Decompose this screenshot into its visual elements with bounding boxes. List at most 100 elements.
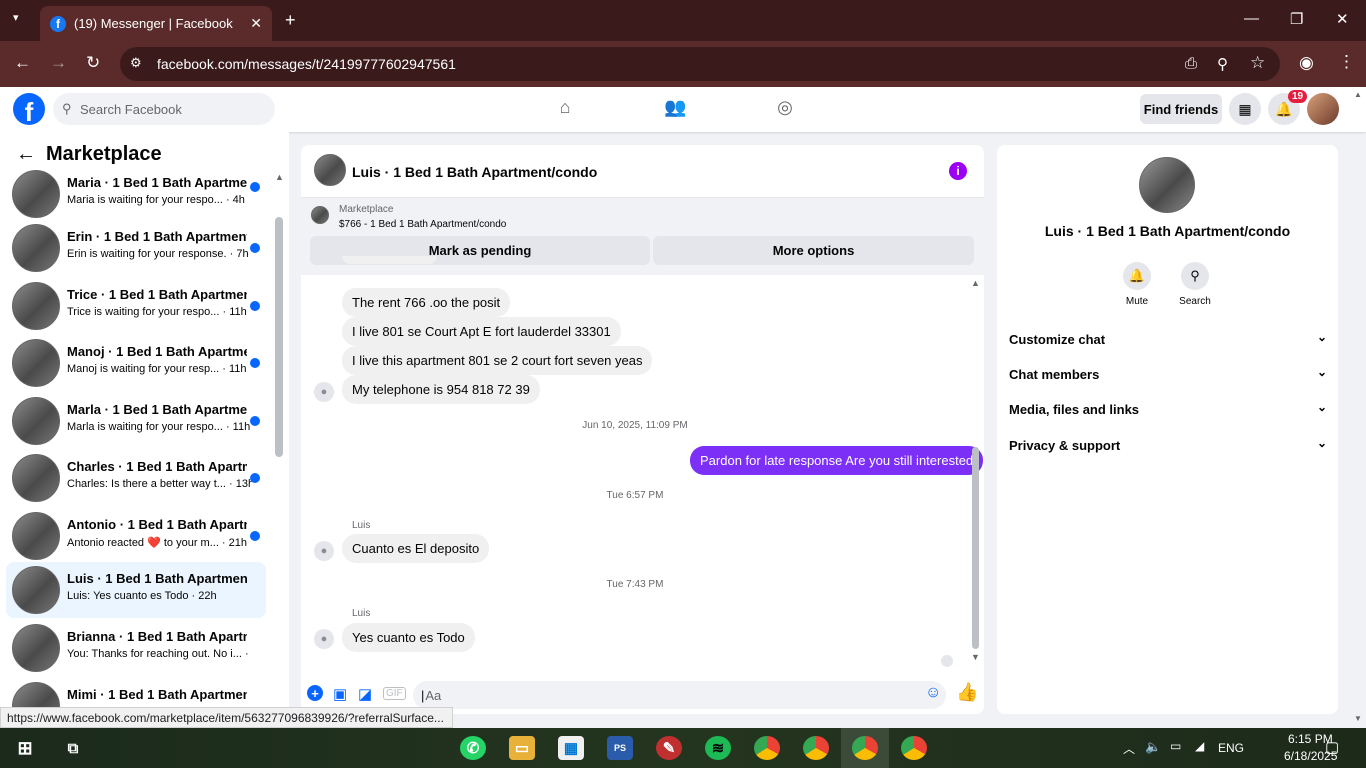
find-friends-button[interactable]: Find friends <box>1140 94 1222 124</box>
add-attachment-icon[interactable]: + <box>307 685 323 701</box>
account-avatar[interactable] <box>1307 93 1339 125</box>
conversation-title: Marla · 1 Bed 1 Bath Apartmen... <box>67 402 247 417</box>
search-icon: ⚲ <box>1181 262 1209 290</box>
chat-avatar[interactable] <box>314 154 346 186</box>
search-input[interactable]: ⚲ Search Facebook <box>53 93 275 125</box>
conversation-title: Manoj · 1 Bed 1 Bath Apartme... <box>67 344 247 359</box>
emoji-icon[interactable]: ☺ <box>925 684 941 702</box>
page-scroll-down-icon[interactable]: ▼ <box>1354 714 1362 723</box>
scroll-up-icon[interactable]: ▲ <box>275 172 284 182</box>
chrome-icon[interactable] <box>852 736 878 760</box>
conversation-snippet: You: Thanks for reaching out. No i... · … <box>67 648 252 660</box>
conversation-title: Erin · 1 Bed 1 Bath Apartment/... <box>67 229 247 244</box>
menu-grid-icon[interactable]: ▦ <box>1229 93 1261 125</box>
file-explorer-icon[interactable]: ▭ <box>509 736 535 760</box>
sender-avatar[interactable]: ● <box>314 541 334 561</box>
battery-icon[interactable]: ▭ <box>1170 739 1181 753</box>
tab-search-icon[interactable]: ▾ <box>13 11 19 24</box>
section-privacy-support[interactable]: Privacy & support ⌄ <box>1009 436 1327 453</box>
mute-button[interactable]: 🔔 Mute <box>1112 262 1162 307</box>
message-input[interactable]: | Aa <box>413 681 946 709</box>
conversation-item[interactable]: Maria · 1 Bed 1 Bath Apartmen... Maria i… <box>6 166 266 222</box>
reload-icon[interactable]: ↻ <box>86 53 100 73</box>
new-tab-icon[interactable]: + <box>285 10 296 31</box>
conversation-title: Trice · 1 Bed 1 Bath Apartment... <box>67 287 247 302</box>
conversation-item[interactable]: Antonio · 1 Bed 1 Bath Apartm... Antonio… <box>6 508 266 564</box>
sidebar-scrollbar[interactable] <box>275 217 283 457</box>
conversation-item[interactable]: Marla · 1 Bed 1 Bath Apartmen... Marla i… <box>6 393 266 449</box>
chat-scrollbar[interactable] <box>972 447 979 649</box>
sender-avatar[interactable]: ● <box>314 382 334 402</box>
groups-icon[interactable]: ◎ <box>774 97 796 119</box>
page-scroll-up-icon[interactable]: ▲ <box>1354 90 1362 99</box>
app-icon[interactable]: ✎ <box>656 736 682 760</box>
composer-placeholder: Aa <box>425 687 442 703</box>
chevron-down-icon: ⌄ <box>1316 400 1327 414</box>
gif-icon[interactable]: GIF <box>383 687 406 700</box>
spotify-icon[interactable]: ≋ <box>705 736 731 760</box>
scroll-down-icon[interactable]: ▼ <box>971 652 980 662</box>
sticker-icon[interactable]: ◪ <box>358 685 372 703</box>
timestamp: Tue 7:43 PM <box>606 579 664 590</box>
whatsapp-icon[interactable]: ✆ <box>460 736 486 760</box>
conversation-snippet: Manoj is waiting for your resp... · 11h <box>67 363 247 375</box>
photo-icon[interactable]: ▣ <box>333 685 347 703</box>
friends-icon[interactable]: 👥 <box>664 97 686 119</box>
listing-thumbnail[interactable] <box>311 206 329 224</box>
volume-icon[interactable]: 🔈 <box>1145 739 1161 755</box>
conversation-snippet: Luis: Yes cuanto es Todo · 22h <box>67 590 217 602</box>
zoom-icon[interactable]: ⚲ <box>1217 55 1228 73</box>
conversation-item-active[interactable]: Luis · 1 Bed 1 Bath Apartment/c... Luis:… <box>6 562 266 618</box>
profile-icon[interactable]: ◉ <box>1299 53 1314 73</box>
windows-start-icon[interactable]: ⊞ <box>12 736 38 760</box>
forward-icon[interactable]: → <box>50 53 67 73</box>
facebook-logo-icon[interactable]: f <box>13 93 45 125</box>
listing-title[interactable]: $766 - 1 Bed 1 Bath Apartment/condo <box>339 219 506 230</box>
browser-toolbar: ← → ↻ ⚙ facebook.com/messages/t/24199777… <box>0 41 1366 87</box>
conversation-title: Mimi · 1 Bed 1 Bath Apartmen... <box>67 687 247 702</box>
install-app-icon[interactable]: ⎙ <box>1185 55 1197 72</box>
show-hidden-icons-icon[interactable]: ︿ <box>1123 740 1135 757</box>
language-indicator[interactable]: ENG <box>1218 741 1244 755</box>
chrome-icon[interactable] <box>901 736 927 760</box>
browser-tab[interactable]: f (19) Messenger | Facebook ✕ <box>40 6 272 41</box>
like-thumb-icon[interactable]: 👍 <box>956 682 978 703</box>
close-tab-icon[interactable]: ✕ <box>250 15 262 32</box>
back-icon[interactable]: ← <box>14 53 31 73</box>
section-customize-chat[interactable]: Customize chat ⌄ <box>1009 330 1327 347</box>
conversation-item[interactable]: Trice · 1 Bed 1 Bath Apartment... Trice … <box>6 278 266 334</box>
restore-icon[interactable]: ❐ <box>1290 10 1303 28</box>
address-bar[interactable]: ⚙ facebook.com/messages/t/24199777602947… <box>120 47 1280 81</box>
site-info-icon[interactable]: ⚙ <box>130 55 142 71</box>
minimize-icon[interactable]: — <box>1244 10 1259 27</box>
sender-avatar[interactable]: ● <box>314 629 334 649</box>
back-arrow-icon[interactable]: ← <box>16 143 36 165</box>
conversation-item[interactable]: Brianna · 1 Bed 1 Bath Apartme... You: T… <box>6 620 266 676</box>
section-chat-members[interactable]: Chat members ⌄ <box>1009 365 1327 382</box>
info-icon[interactable]: i <box>949 162 967 180</box>
section-media-files-links[interactable]: Media, files and links ⌄ <box>1009 400 1327 417</box>
details-avatar[interactable] <box>1139 157 1195 213</box>
conversation-item[interactable]: Manoj · 1 Bed 1 Bath Apartme... Manoj is… <box>6 335 266 391</box>
wifi-icon[interactable]: ◢ <box>1195 739 1204 753</box>
chrome-icon[interactable] <box>803 736 829 760</box>
bookmark-star-icon[interactable]: ☆ <box>1250 53 1265 73</box>
message-bubble: The rent 766 .oo the posit <box>342 288 511 317</box>
facebook-header: f ⚲ Search Facebook ⌂ 👥 ◎ Find friends ▦… <box>0 87 1366 132</box>
search-in-chat-button[interactable]: ⚲ Search <box>1170 262 1220 307</box>
home-icon[interactable]: ⌂ <box>554 97 576 119</box>
chrome-icon[interactable] <box>754 736 780 760</box>
section-label: Media, files and links <box>1009 402 1140 417</box>
scroll-up-icon[interactable]: ▲ <box>971 278 980 288</box>
more-options-button[interactable]: More options <box>653 236 974 265</box>
notification-center-icon[interactable]: ▢ <box>1325 738 1339 756</box>
close-window-icon[interactable]: ✕ <box>1336 10 1349 28</box>
task-view-icon[interactable]: ⧉ <box>60 736 86 760</box>
conversation-item[interactable]: Charles · 1 Bed 1 Bath Apartm... Charles… <box>6 450 266 506</box>
microsoft-store-icon[interactable]: ▦ <box>558 736 584 760</box>
menu-dots-icon[interactable]: ⋮ <box>1338 52 1355 72</box>
conversation-item[interactable]: Erin · 1 Bed 1 Bath Apartment/... Erin i… <box>6 220 266 276</box>
chat-title[interactable]: Luis · 1 Bed 1 Bath Apartment/condo <box>352 164 597 180</box>
photoshop-icon[interactable]: PS <box>607 736 633 760</box>
unread-dot <box>250 531 260 541</box>
